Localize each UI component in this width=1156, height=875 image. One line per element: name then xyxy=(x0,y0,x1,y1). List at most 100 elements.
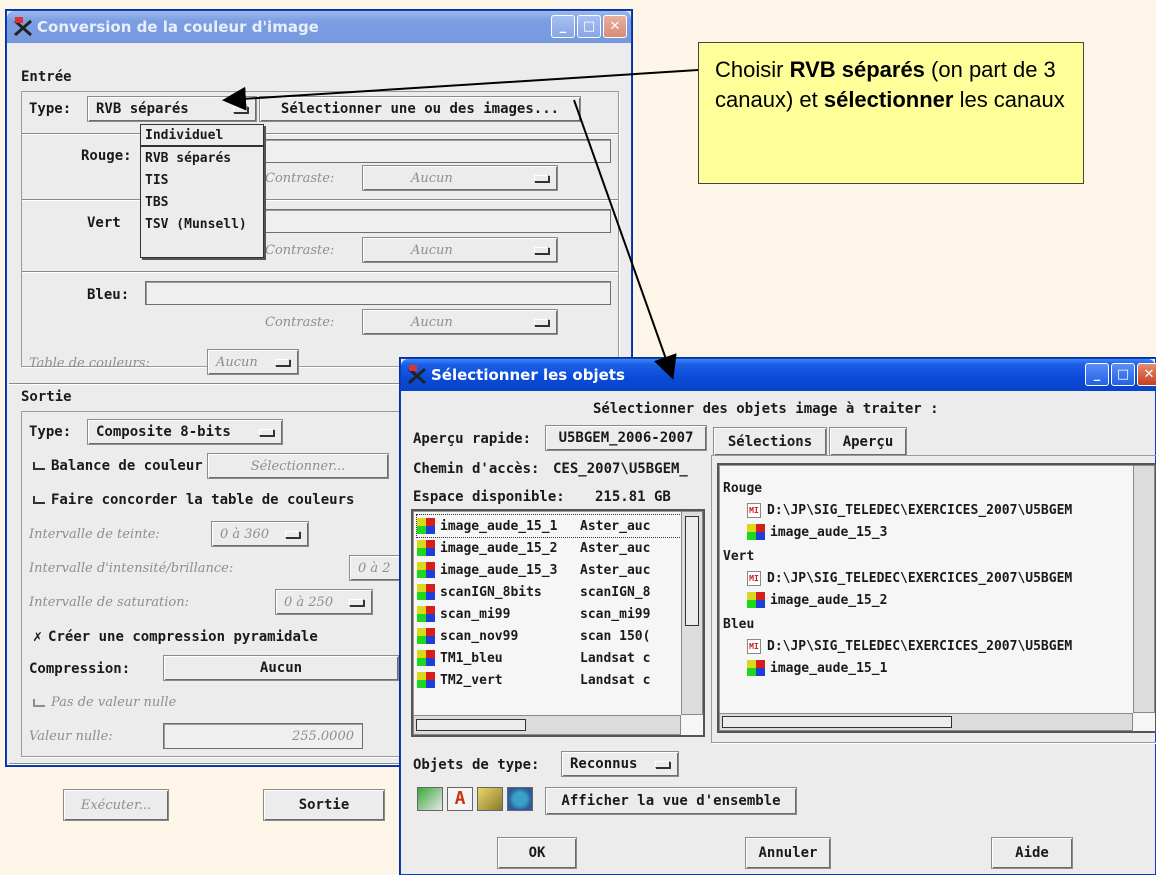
saturation-label: Intervalle de saturation: xyxy=(29,595,189,610)
compression-label: Compression: xyxy=(29,661,131,677)
list-item[interactable]: scan_mi99 scan_mi99 xyxy=(417,603,681,625)
image-icon xyxy=(747,592,765,608)
aide-button[interactable]: Aide xyxy=(991,837,1073,869)
vertical-scrollbar[interactable] xyxy=(681,511,703,715)
image-name: image_aude_15_1 xyxy=(770,660,888,676)
object-name: scan_mi99 xyxy=(440,606,511,622)
tab-apercu[interactable]: Aperçu xyxy=(829,427,907,455)
vertical-scrollbar[interactable] xyxy=(1133,465,1155,713)
image-icon xyxy=(417,518,435,534)
balance-label: Balance de couleur xyxy=(51,458,203,474)
vert-contraste-value: Aucun xyxy=(411,242,453,258)
objects-list[interactable]: image_aude_15_1 Aster_auc image_aude_15_2 A… xyxy=(411,509,705,737)
concorder-checkbox[interactable]: Faire concorder la table de couleurs xyxy=(33,492,354,508)
minimize-icon[interactable]: _ xyxy=(1085,363,1109,386)
pyramide-label: Créer une compression pyramidale xyxy=(48,629,318,645)
intensite-select[interactable]: 0 à 2 xyxy=(349,555,407,581)
bleu-field[interactable] xyxy=(145,281,611,305)
conversion-titlebar[interactable]: Conversion de la couleur d'image _ □ ✕ xyxy=(7,11,631,43)
list-item[interactable]: image_aude_15_2 Aster_auc xyxy=(417,537,681,559)
scroll-thumb[interactable] xyxy=(722,716,952,728)
selection-image[interactable]: image_aude_15_2 xyxy=(723,589,1143,611)
pdf-icon[interactable]: A xyxy=(447,787,473,811)
afficher-vue-button[interactable]: Afficher la vue d'ensemble xyxy=(545,787,797,815)
object-desc: Landsat c xyxy=(580,672,651,688)
close-icon[interactable]: ✕ xyxy=(1137,363,1156,386)
selection-image[interactable]: image_aude_15_1 xyxy=(723,657,1143,679)
select-images-button[interactable]: Sélectionner une ou des images... xyxy=(259,96,581,122)
bleu-contraste-value: Aucun xyxy=(411,314,453,330)
checkbox-icon xyxy=(33,462,45,470)
sortie-type-select[interactable]: Composite 8-bits xyxy=(87,419,283,445)
list-item[interactable]: scan_nov99 scan 150( xyxy=(417,625,681,647)
menu-item-tis[interactable]: TIS xyxy=(141,169,263,191)
table-couleurs-select[interactable]: Aucun xyxy=(207,349,299,375)
saturation-select[interactable]: 0 à 250 xyxy=(275,589,373,615)
selection-image[interactable]: image_aude_15_3 xyxy=(723,521,1143,543)
close-icon[interactable]: ✕ xyxy=(603,15,627,38)
type-select[interactable]: RVB séparés xyxy=(87,96,257,122)
executer-button[interactable]: Exécuter... xyxy=(63,789,169,821)
pas-valeur-nulle-label: Pas de valeur nulle xyxy=(51,695,177,710)
pyramide-checkbox[interactable]: ✗ Créer une compression pyramidale xyxy=(33,627,318,645)
rouge-contraste-select[interactable]: Aucun xyxy=(362,165,558,191)
scroll-thumb[interactable] xyxy=(416,719,526,731)
menu-item-tbs[interactable]: TBS xyxy=(141,191,263,213)
menu-item-tsv[interactable]: TSV (Munsell) xyxy=(141,213,263,235)
object-name: scan_nov99 xyxy=(440,628,519,644)
annuler-button[interactable]: Annuler xyxy=(745,837,831,869)
divider xyxy=(22,199,618,201)
horizontal-scrollbar[interactable] xyxy=(719,713,1133,731)
list-item[interactable]: scanIGN_8bits scanIGN_8 xyxy=(417,581,681,603)
minimize-icon[interactable]: _ xyxy=(551,15,575,38)
import-icon[interactable] xyxy=(417,787,443,811)
objets-type-label: Objets de type: xyxy=(413,757,540,773)
callout-bold: RVB séparés xyxy=(789,57,925,82)
list-item[interactable]: image_aude_15_3 Aster_auc xyxy=(417,559,681,581)
sortie-button[interactable]: Sortie xyxy=(263,789,385,821)
tab-selections[interactable]: Sélections xyxy=(713,427,827,455)
rouge-contraste-label: Contraste: xyxy=(265,171,335,186)
teinte-value: 0 à 360 xyxy=(220,526,270,542)
divider xyxy=(22,133,618,135)
valeur-nulle-field[interactable]: 255.0000 xyxy=(163,723,363,749)
vert-contraste-select[interactable]: Aucun xyxy=(362,237,558,263)
list-item[interactable]: TM1_bleu Landsat c xyxy=(417,647,681,669)
horizontal-scrollbar[interactable] xyxy=(413,715,681,735)
concorder-label: Faire concorder la table de couleurs xyxy=(51,492,355,508)
balance-checkbox[interactable]: Balance de couleur xyxy=(33,458,203,474)
scroll-thumb[interactable] xyxy=(685,516,699,626)
option-menu-icon xyxy=(349,598,364,606)
objets-type-select[interactable]: Reconnus xyxy=(561,751,679,777)
list-item[interactable]: image_aude_15_1 Aster_auc xyxy=(416,514,682,538)
select-objects-titlebar[interactable]: Sélectionner les objets _ □ ✕ xyxy=(401,359,1156,391)
maximize-icon[interactable]: □ xyxy=(1111,363,1135,386)
pas-valeur-nulle-checkbox[interactable]: Pas de valeur nulle xyxy=(33,695,176,710)
maximize-icon[interactable]: □ xyxy=(577,15,601,38)
rouge-field[interactable] xyxy=(261,139,611,163)
ok-button[interactable]: OK xyxy=(497,837,577,869)
globe-icon[interactable] xyxy=(507,787,533,811)
menu-item-individuel[interactable]: Individuel xyxy=(141,125,263,147)
sortie-type-value: Composite 8-bits xyxy=(96,424,231,440)
object-name: image_aude_15_3 xyxy=(440,562,558,578)
selection-path[interactable]: MI D:\JP\SIG_TELEDEC\EXERCICES_2007\U5BGE… xyxy=(723,635,1143,657)
selection-path[interactable]: MI D:\JP\SIG_TELEDEC\EXERCICES_2007\U5BGE… xyxy=(723,499,1143,521)
apercu-rapide-select[interactable]: U5BGEM_2006-2007 xyxy=(545,425,707,451)
image-icon xyxy=(417,628,435,644)
option-menu-icon xyxy=(259,428,274,436)
list-item[interactable]: TM2_vert Landsat c xyxy=(417,669,681,691)
bleu-contraste-select[interactable]: Aucun xyxy=(362,309,558,335)
teinte-select[interactable]: 0 à 360 xyxy=(211,521,309,547)
tag-icon[interactable] xyxy=(477,787,503,811)
sortie-heading: Sortie xyxy=(21,389,72,405)
vert-field[interactable] xyxy=(261,209,611,233)
selections-tree[interactable]: Rouge MI D:\JP\SIG_TELEDEC\EXERCICES_2007\… xyxy=(717,463,1156,733)
window-controls: _ □ ✕ xyxy=(551,15,627,38)
menu-item-rvb-separes[interactable]: RVB séparés xyxy=(141,147,263,169)
compression-select[interactable]: Aucun xyxy=(163,655,399,681)
balance-select-button[interactable]: Sélectionner... xyxy=(207,453,389,479)
rouge-contraste-value: Aucun xyxy=(411,170,453,186)
selection-path[interactable]: MI D:\JP\SIG_TELEDEC\EXERCICES_2007\U5BGE… xyxy=(723,567,1143,589)
espace-label: Espace disponible: xyxy=(413,489,565,505)
